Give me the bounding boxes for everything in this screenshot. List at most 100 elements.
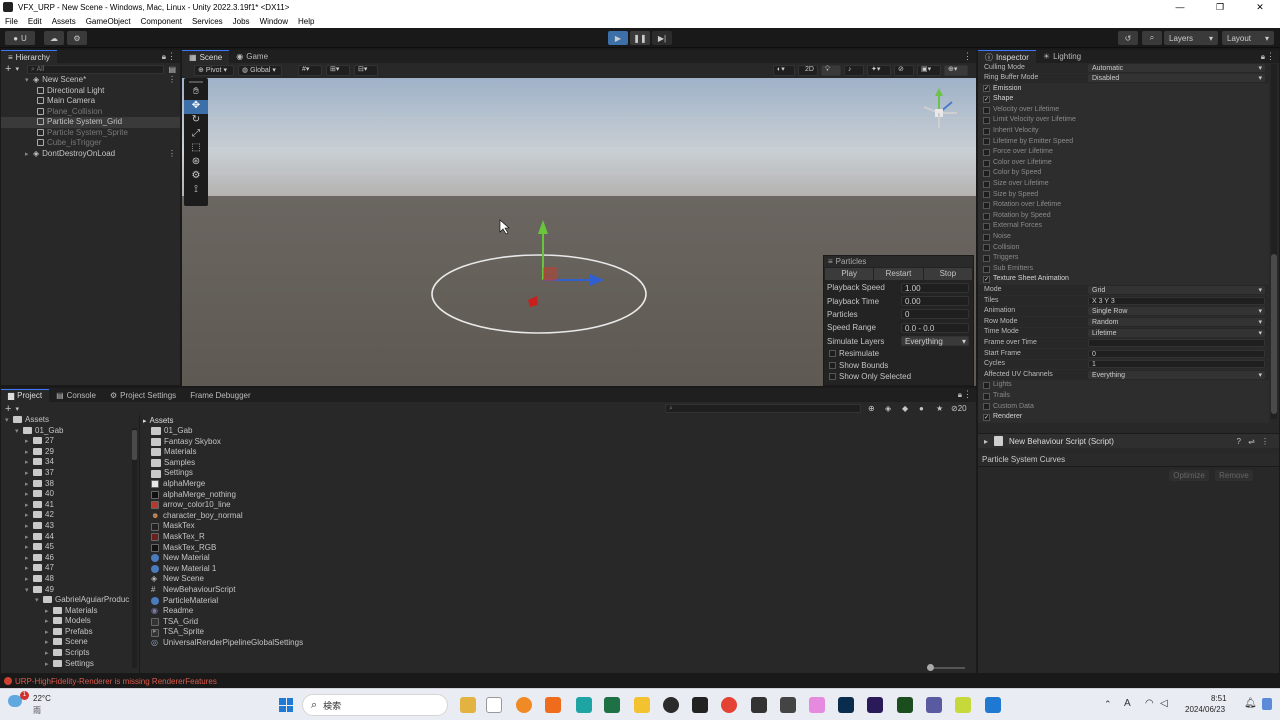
hierarchy-search-input[interactable]: ⌕ All <box>26 64 165 74</box>
project-folder-item[interactable]: ▾ 01_Gab <box>1 426 139 437</box>
particles-property-value[interactable]: 1.00 <box>901 282 969 293</box>
asset-item[interactable]: Samples <box>151 458 975 469</box>
particles-restart-button[interactable]: Restart <box>874 268 923 280</box>
copilot-icon[interactable] <box>1262 698 1272 710</box>
tab-console[interactable]: ▤ Console <box>49 389 103 402</box>
snap-increment-icon[interactable]: ⊞▾ <box>326 65 350 76</box>
photoshop-icon[interactable] <box>838 697 854 713</box>
menu-assets[interactable]: Assets <box>47 17 81 26</box>
optimize-button[interactable]: Optimize <box>1169 470 1209 481</box>
global-dropdown[interactable]: ◍ Global ▾ <box>238 65 282 76</box>
start-icon[interactable] <box>279 698 293 712</box>
module-row[interactable]: ✓ Texture Sheet Animation <box>978 274 1269 286</box>
project-folder-item[interactable]: ▸ 37 <box>1 468 139 479</box>
module-row[interactable]: Color by Speed <box>978 168 1269 180</box>
project-folder-item[interactable]: ▸ 48 <box>1 574 139 585</box>
designer-icon[interactable] <box>897 697 913 713</box>
menu-edit[interactable]: Edit <box>23 17 47 26</box>
expand-arrow-icon[interactable]: ▸ <box>25 150 33 161</box>
menu-file[interactable]: File <box>0 17 23 26</box>
module-toggle-checkbox[interactable] <box>983 117 990 125</box>
rotate-tool-icon[interactable]: ↻ <box>184 114 208 128</box>
module-row[interactable]: Force over Lifetime <box>978 147 1269 159</box>
more-menu-icon[interactable]: ⋮ <box>963 389 972 400</box>
property-field[interactable]: Random ▾ <box>1088 318 1265 327</box>
hierarchy-item[interactable]: Particle System_Sprite <box>1 128 180 139</box>
module-row[interactable]: Size by Speed <box>978 190 1269 201</box>
asset-item[interactable]: arrow_color10_line <box>151 500 975 511</box>
tab-frame-debugger[interactable]: Frame Debugger <box>183 389 257 402</box>
layers-dropdown[interactable]: Layers ▾ <box>1164 31 1218 45</box>
camera-icon[interactable]: ▣▾ <box>917 65 941 76</box>
module-toggle-checkbox[interactable] <box>983 170 990 178</box>
maximize-button[interactable]: ❐ <box>1200 0 1240 14</box>
module-row[interactable]: Inherit Velocity <box>978 126 1269 138</box>
help-icon[interactable]: ? <box>1237 437 1241 446</box>
asset-item[interactable]: Fantasy Skybox <box>151 437 975 448</box>
module-toggle-checkbox[interactable] <box>983 191 990 199</box>
task-view-icon[interactable] <box>460 697 476 713</box>
module-toggle-checkbox[interactable] <box>983 180 990 188</box>
lock-icon[interactable]: 🔒︎ <box>162 52 166 62</box>
module-row[interactable]: Lights <box>978 380 1269 392</box>
project-folder-item[interactable]: ▸ Settings <box>1 659 139 670</box>
lock-icon[interactable]: 🔒︎ <box>1261 52 1265 62</box>
project-folder-item[interactable]: ▸ 40 <box>1 489 139 500</box>
vscode-icon[interactable] <box>985 697 1001 713</box>
property-field[interactable]: Disabled ▾ <box>1088 74 1265 83</box>
asset-item[interactable]: 01_Gab <box>151 426 975 437</box>
hidden-count-icon[interactable]: ⊘20 <box>951 404 967 413</box>
property-field[interactable]: Grid ▾ <box>1088 286 1265 295</box>
project-tree-scrollbar[interactable] <box>132 428 137 668</box>
pause-button[interactable]: ❚❚ <box>630 31 650 45</box>
module-toggle-checkbox[interactable]: ✓ <box>983 276 990 284</box>
preset-icon[interactable]: ⇌ <box>1248 437 1255 446</box>
project-folder-item[interactable]: ▸ Prefabs <box>1 627 139 638</box>
more-menu-icon[interactable]: ⋮ <box>167 51 176 62</box>
step-button[interactable]: ▶| <box>652 31 672 45</box>
module-toggle-checkbox[interactable]: ✓ <box>983 85 990 93</box>
status-bar[interactable]: URP-HighFidelity-Renderer is missing Ren… <box>0 675 1280 687</box>
module-toggle-checkbox[interactable] <box>983 244 990 252</box>
asset-item[interactable]: ◈ New Scene <box>151 574 975 585</box>
menu-window[interactable]: Window <box>255 17 293 26</box>
module-toggle-checkbox[interactable] <box>983 254 990 262</box>
more-menu-icon[interactable]: ⋮ <box>168 75 176 86</box>
grid-snap-icon[interactable]: #▾ <box>298 65 322 76</box>
hierarchy-item[interactable]: Plane_Collision <box>1 107 180 118</box>
particles-play-button[interactable]: Play <box>825 268 874 280</box>
project-folder-item[interactable]: ▸ Models <box>1 616 139 627</box>
asset-item[interactable]: ◎ UniversalRenderPipelineGlobalSettings <box>151 638 975 649</box>
asset-item[interactable]: MaskTex_R <box>151 532 975 543</box>
excel-icon[interactable] <box>604 697 620 713</box>
paint-icon[interactable] <box>809 697 825 713</box>
ime-icon[interactable]: A <box>1124 698 1131 709</box>
search-icon[interactable]: ⌕ <box>1142 31 1162 45</box>
pivot-dropdown[interactable]: ⊕ Pivot ▾ <box>194 65 234 76</box>
tab-inspector[interactable]: ⓘ Inspector <box>978 50 1036 63</box>
info-icon[interactable]: ● <box>919 404 924 413</box>
property-field[interactable]: 0 <box>1088 349 1265 358</box>
particles-check-row[interactable]: Show Only Selected <box>824 371 973 382</box>
checkbox[interactable] <box>829 350 836 358</box>
scene-viewport[interactable]: ✋︎ ✥ ↻ ⤢ ⬚ ⊛ ⚙ ⟟ ≡ Particles Play Restart… <box>182 78 976 386</box>
module-row[interactable]: ✓ Shape <box>978 94 1269 106</box>
close-button[interactable]: ✕ <box>1240 0 1280 14</box>
wifi-icon[interactable]: ◠ <box>1145 698 1154 709</box>
property-field[interactable]: Automatic ▾ <box>1088 63 1265 72</box>
checkbox[interactable] <box>829 372 836 380</box>
ruler-icon[interactable]: ⊟▾ <box>354 65 378 76</box>
hierarchy-item[interactable]: Particle System_Grid <box>1 117 180 128</box>
module-row[interactable]: ✓ Emission <box>978 84 1269 95</box>
messenger-icon[interactable] <box>576 697 592 713</box>
module-row[interactable]: Triggers <box>978 253 1269 265</box>
asset-item[interactable]: MaskTex_RGB <box>151 543 975 554</box>
project-folder-item[interactable]: ▸ 34 <box>1 457 139 468</box>
taskbar-search-box[interactable]: ⌕ 検索 <box>302 694 448 716</box>
particles-stop-button[interactable]: Stop <box>923 268 972 280</box>
module-toggle-checkbox[interactable] <box>983 223 990 231</box>
effects-icon[interactable]: ✦▾ <box>867 65 891 76</box>
property-field[interactable]: 1 <box>1088 360 1265 369</box>
chevron-down-icon[interactable]: ▾ <box>15 405 19 413</box>
more-menu-icon[interactable]: ⋮ <box>963 51 972 62</box>
